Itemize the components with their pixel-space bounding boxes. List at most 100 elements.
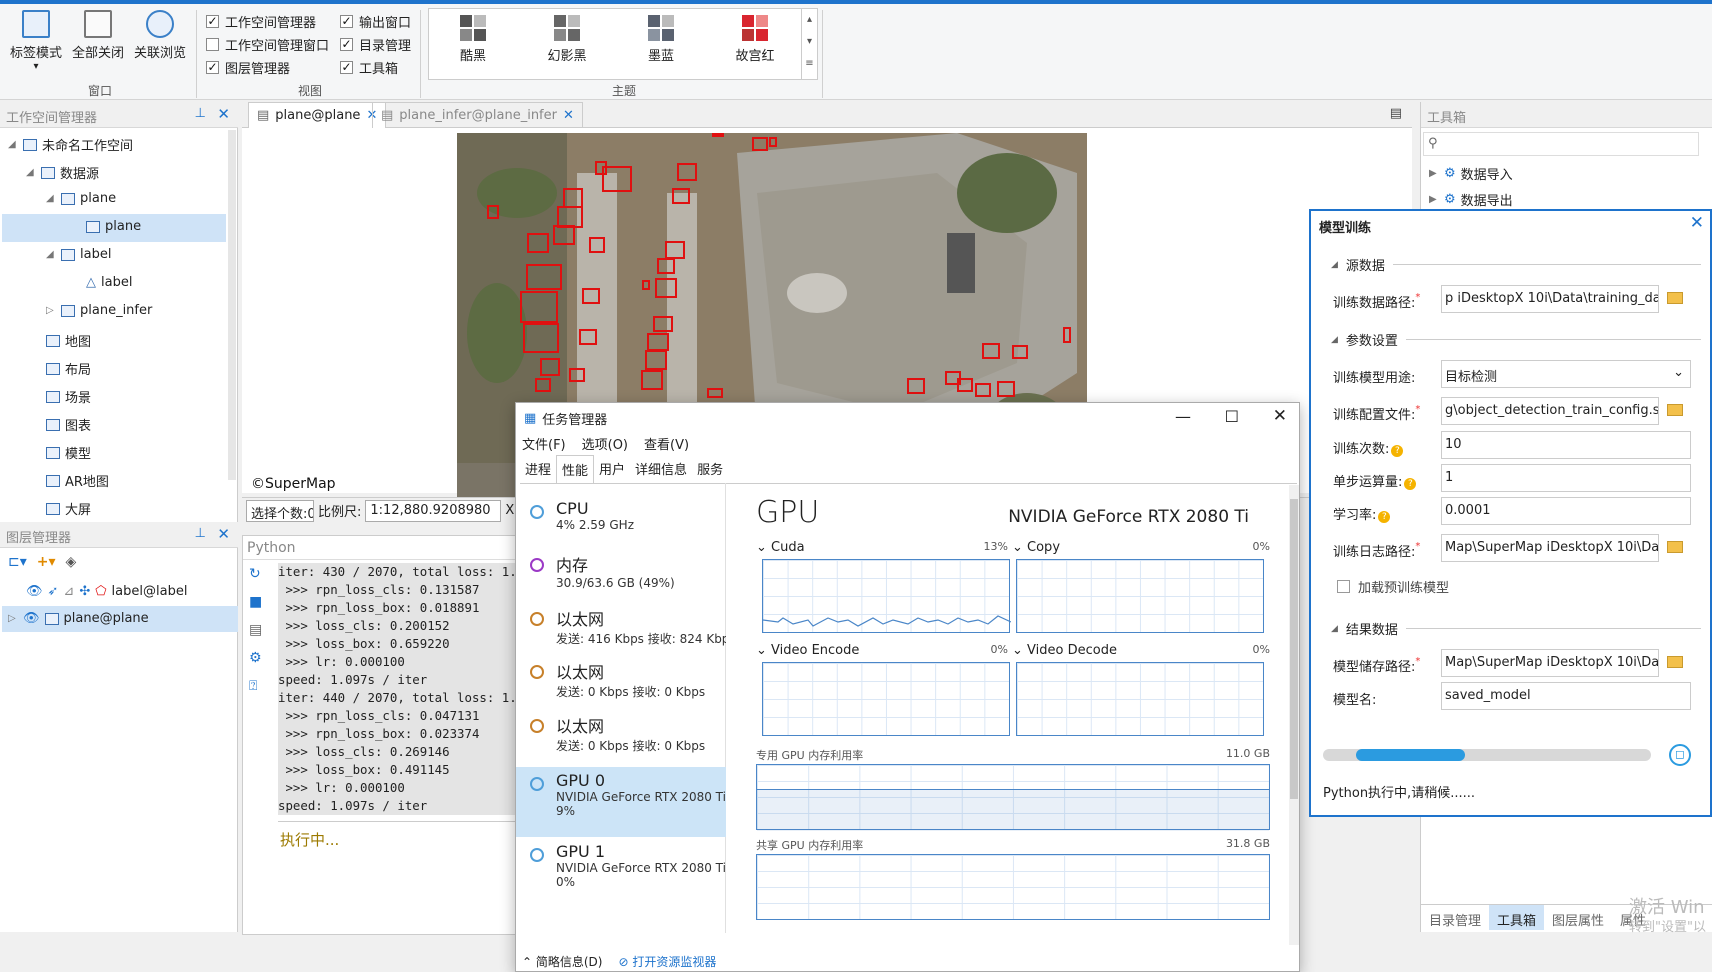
help-icon[interactable]: ? (1378, 511, 1391, 523)
tree-charts[interactable]: 图表 (46, 415, 91, 434)
tab-list-icon[interactable]: ▤ (1390, 106, 1402, 121)
new-layer-icon[interactable]: ⊏▾ (8, 554, 27, 570)
batch-input[interactable]: 1 (1441, 464, 1691, 492)
close-icon[interactable]: ✕ (217, 525, 230, 543)
tree-ar-maps[interactable]: AR地图 (46, 471, 109, 490)
tm-scrollbar[interactable] (1289, 485, 1299, 945)
tab-processes[interactable]: 进程 (520, 455, 556, 483)
script-icon[interactable]: ▤ (249, 622, 262, 638)
checkbox[interactable] (206, 38, 219, 51)
close-icon[interactable]: ✕ (1273, 406, 1287, 426)
perf-memory[interactable]: 内存 30.9/63.6 GB (49%) (516, 548, 726, 598)
tree-ds-label[interactable]: ◢ label (46, 247, 111, 262)
bottom-tab-layer-props[interactable]: 图层属性 (1544, 905, 1612, 930)
toolbox-item-export[interactable]: ▶ ⚙ 数据导出 (1429, 190, 1513, 209)
maximize-icon[interactable]: ☐ (1225, 407, 1239, 426)
log-input[interactable]: Map\SuperMap iDesktopX 10i\Data (1441, 534, 1659, 562)
theme-phantom-black[interactable]: 幻影黑 (527, 9, 607, 64)
minimize-icon[interactable]: — (1175, 407, 1191, 426)
lr-input[interactable]: 0.0001 (1441, 497, 1691, 525)
checkbox[interactable]: ✓ (340, 61, 353, 74)
linked-browse-button[interactable]: 关联浏览 (130, 10, 190, 61)
folder-icon[interactable] (1667, 404, 1683, 416)
refresh-icon[interactable]: ↻ (249, 566, 262, 582)
scrollbar[interactable] (228, 130, 236, 480)
section-params[interactable]: ◢ 参数设置 (1331, 330, 1701, 349)
checkbox[interactable]: ✓ (340, 38, 353, 51)
epochs-input[interactable]: 10 (1441, 431, 1691, 459)
check-catalog[interactable]: ✓ 目录管理 (340, 35, 411, 54)
visible-eye-icon[interactable]: 👁 (26, 584, 43, 599)
expand-arrow-icon[interactable]: ▷ (46, 305, 56, 316)
model-name-input[interactable]: saved_model (1441, 682, 1691, 710)
tree-models[interactable]: 模型 (46, 443, 91, 462)
layer-item-label[interactable]: 👁 ➶ ⊿ ✣ ⬠ label@label (26, 584, 187, 599)
toolbox-item-import[interactable]: ▶ ⚙ 数据导入 (1429, 164, 1513, 183)
close-all-button[interactable]: 全部关闭 (70, 10, 126, 61)
toolbox-search-input[interactable]: ⚲ (1423, 132, 1699, 156)
theme-cool-black[interactable]: 酷黑 (433, 9, 513, 64)
tree-dashboards[interactable]: 大屏 (46, 499, 91, 518)
tab-details[interactable]: 详细信息 (630, 455, 692, 483)
check-workspace-manager[interactable]: ✓ 工作空间管理器 (206, 12, 316, 31)
tab-users[interactable]: 用户 (594, 455, 630, 483)
expand-arrow-icon[interactable]: ▶ (1429, 194, 1439, 205)
stop-button[interactable]: ◻ (1669, 744, 1691, 766)
scale-select[interactable]: 1:12,880.9208980 (365, 499, 502, 522)
usage-select[interactable]: 目标检测 ⌄ (1441, 360, 1691, 388)
tab-performance[interactable]: 性能 (556, 455, 595, 483)
menu-options[interactable]: 选项(O) (582, 434, 628, 453)
collapse-arrow-icon[interactable]: ◢ (46, 249, 56, 260)
tree-layouts[interactable]: 布局 (46, 359, 91, 378)
checkbox[interactable]: ✓ (340, 15, 353, 28)
config-input[interactable]: g\object_detection_train_config.sdt (1441, 397, 1659, 425)
pin-icon[interactable]: ⊥ (195, 526, 206, 541)
theme-palace-red[interactable]: 故宫红 (715, 9, 795, 64)
save-path-input[interactable]: Map\SuperMap iDesktopX 10i\Data (1441, 649, 1659, 677)
perf-gpu1[interactable]: GPU 1 NVIDIA GeForce RTX 2080 Ti 0% (516, 838, 726, 908)
fewer-details-button[interactable]: ⌃ 简略信息(D) (522, 953, 602, 970)
close-icon[interactable]: ✕ (1690, 213, 1704, 233)
perf-ethernet-1[interactable]: 以太网 发送: 416 Kbps 接收: 824 Kbp (516, 602, 726, 652)
tree-ds-plane-infer[interactable]: ▷ plane_infer (46, 303, 152, 318)
perf-ethernet-2[interactable]: 以太网 发送: 0 Kbps 接收: 0 Kbps (516, 655, 726, 705)
tab-plane[interactable]: ▤ plane@plane ✕ (248, 102, 387, 128)
bottom-tab-toolbox[interactable]: 工具箱 (1489, 905, 1545, 930)
help-icon[interactable]: ⍰ (249, 678, 262, 694)
collapse-arrow-icon[interactable]: ◢ (46, 193, 56, 204)
close-icon[interactable]: ✕ (563, 108, 574, 123)
add-icon[interactable]: +▾ (37, 554, 56, 570)
folder-icon[interactable] (1667, 541, 1683, 553)
select-icon[interactable]: ➶ (48, 584, 59, 599)
stop-icon[interactable]: ■ (249, 594, 262, 610)
tree-workspace[interactable]: ◢ 未命名工作空间 (8, 135, 133, 154)
layers-icon[interactable]: ◈ (66, 554, 77, 570)
lock-icon[interactable]: ⊿ (63, 584, 74, 599)
tree-dataset-plane[interactable]: plane (86, 219, 141, 234)
check-layer-manager[interactable]: ✓ 图层管理器 (206, 58, 290, 77)
check-output-window[interactable]: ✓ 输出窗口 (340, 12, 411, 31)
open-resource-monitor-link[interactable]: ⊘ 打开资源监视器 (618, 953, 716, 970)
close-icon[interactable]: ✕ (217, 105, 230, 123)
gallery-scroll[interactable]: ▴ ▾ ≡ (801, 9, 817, 79)
folder-icon[interactable] (1667, 656, 1683, 668)
perf-gpu0[interactable]: GPU 0 NVIDIA GeForce RTX 2080 Ti 9% (516, 767, 726, 837)
expand-arrow-icon[interactable]: ▶ (1429, 168, 1439, 179)
section-source[interactable]: ◢ 源数据 (1331, 255, 1701, 274)
perf-cpu[interactable]: CPU 4% 2.59 GHz (516, 495, 726, 545)
perf-ethernet-3[interactable]: 以太网 发送: 0 Kbps 接收: 0 Kbps (516, 709, 726, 759)
section-result[interactable]: ◢ 结果数据 (1331, 619, 1701, 638)
tree-maps[interactable]: 地图 (46, 331, 91, 350)
scroll-thumb[interactable] (1290, 499, 1298, 799)
tree-scenes[interactable]: 场景 (46, 387, 91, 406)
theme-ink-blue[interactable]: 墨蓝 (621, 9, 701, 64)
layer-item-plane[interactable]: ▷ 👁 plane@plane (8, 611, 149, 626)
tab-plane-infer[interactable]: ▤ plane_infer@plane_infer ✕ (372, 102, 583, 128)
tab-services[interactable]: 服务 (692, 455, 728, 483)
pin-icon[interactable]: ⊥ (195, 106, 206, 121)
bottom-tab-catalog[interactable]: 目录管理 (1421, 905, 1489, 930)
checkbox[interactable]: ✓ (206, 15, 219, 28)
tree-ds-plane[interactable]: ◢ plane (46, 191, 116, 206)
help-icon[interactable]: ? (1404, 478, 1417, 490)
train-path-input[interactable]: p iDesktopX 10i\Data\training_data (1441, 285, 1659, 313)
